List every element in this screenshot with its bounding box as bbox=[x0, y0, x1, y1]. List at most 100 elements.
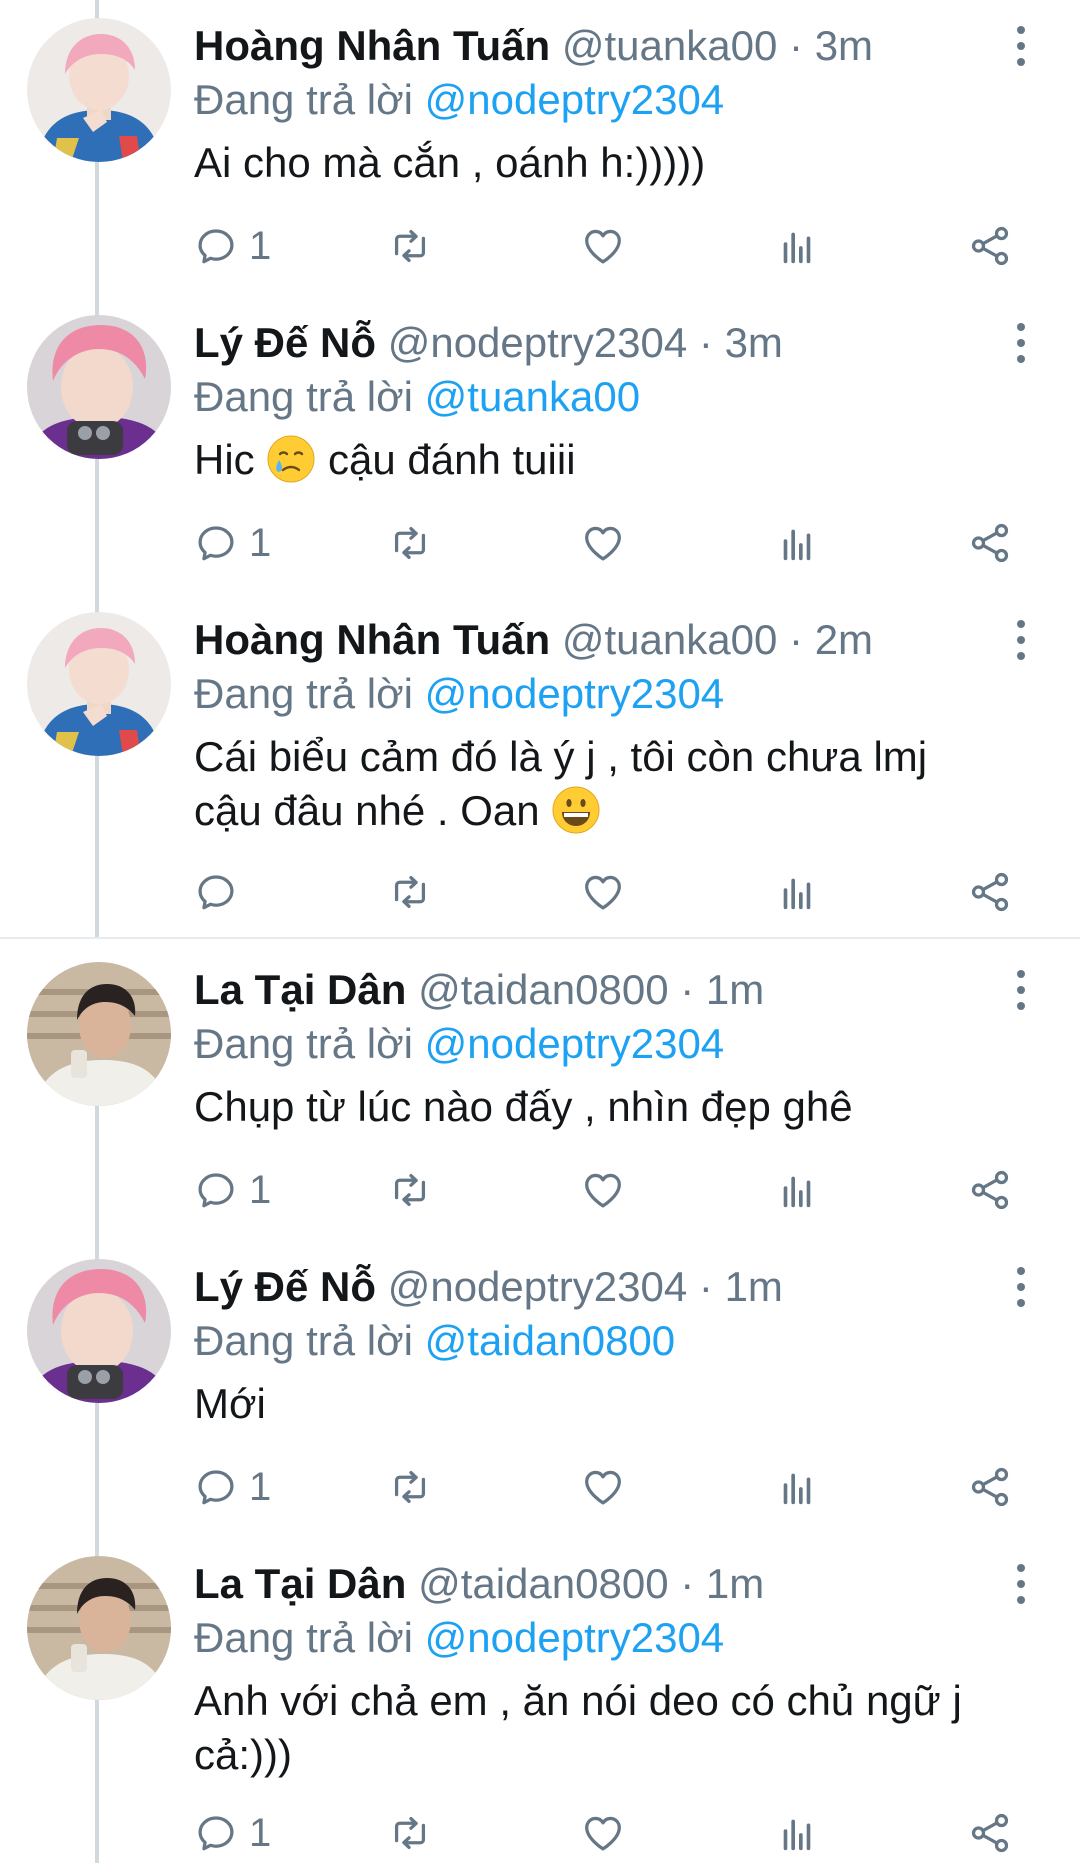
reply-button[interactable]: 1 bbox=[193, 216, 271, 276]
replying-label: Đang trả lời bbox=[194, 1020, 413, 1067]
display-name[interactable]: Lý Đế Nỗ bbox=[194, 1263, 376, 1310]
retweet-button[interactable] bbox=[387, 216, 433, 276]
reply-button[interactable]: 1 bbox=[193, 513, 271, 573]
like-button[interactable] bbox=[580, 216, 626, 276]
reply-mention-link[interactable]: @nodeptry2304 bbox=[425, 670, 725, 717]
display-name[interactable]: La Tại Dân bbox=[194, 1560, 406, 1607]
reply-mention-link[interactable]: @taidan0800 bbox=[425, 1317, 676, 1364]
timestamp[interactable]: 2m bbox=[815, 616, 873, 663]
reply-button[interactable]: 1 bbox=[193, 1457, 271, 1517]
user-handle[interactable]: @taidan0800 bbox=[418, 966, 669, 1013]
reply-button[interactable]: 1 bbox=[193, 1803, 271, 1863]
display-name[interactable]: Hoàng Nhân Tuấn bbox=[194, 616, 550, 663]
timestamp[interactable]: 1m bbox=[706, 966, 764, 1013]
analytics-button[interactable] bbox=[774, 1457, 820, 1517]
retweet-button[interactable] bbox=[387, 862, 433, 922]
bar-chart-icon bbox=[774, 223, 820, 269]
separator-dot: · bbox=[789, 616, 804, 663]
more-options-icon[interactable] bbox=[1006, 1562, 1036, 1606]
timestamp[interactable]: 3m bbox=[725, 319, 783, 366]
display-name[interactable]: Lý Đế Nỗ bbox=[194, 319, 376, 366]
bar-chart-icon bbox=[774, 1167, 820, 1213]
like-button[interactable] bbox=[580, 513, 626, 573]
user-handle[interactable]: @tuanka00 bbox=[562, 616, 777, 663]
retweet-button[interactable] bbox=[387, 1803, 433, 1863]
retweet-icon bbox=[387, 869, 433, 915]
tweet-header: Lý Đế Nỗ @nodeptry2304 · 3m bbox=[194, 315, 783, 371]
tweet-actions: 1 bbox=[0, 513, 1080, 573]
retweet-icon bbox=[387, 1810, 433, 1856]
user-handle[interactable]: @nodeptry2304 bbox=[388, 319, 688, 366]
analytics-button[interactable] bbox=[774, 216, 820, 276]
retweet-button[interactable] bbox=[387, 1160, 433, 1220]
share-button[interactable] bbox=[967, 1803, 1013, 1863]
analytics-button[interactable] bbox=[774, 1803, 820, 1863]
more-options-icon[interactable] bbox=[1006, 1265, 1036, 1309]
avatar[interactable] bbox=[27, 18, 171, 162]
reply-thread: Hoàng Nhân Tuấn @tuanka00 · 3m Đang trả … bbox=[0, 0, 1080, 1863]
tweet[interactable]: Lý Đế Nỗ @nodeptry2304 · 3m Đang trả lời… bbox=[0, 315, 1080, 575]
bar-chart-icon bbox=[774, 869, 820, 915]
bar-chart-icon bbox=[774, 520, 820, 566]
tweet[interactable]: Hoàng Nhân Tuấn @tuanka00 · 2m Đang trả … bbox=[0, 612, 1080, 922]
more-options-icon[interactable] bbox=[1006, 321, 1036, 365]
like-button[interactable] bbox=[580, 1457, 626, 1517]
analytics-button[interactable] bbox=[774, 1160, 820, 1220]
reply-mention-link[interactable]: @nodeptry2304 bbox=[425, 76, 725, 123]
reply-button[interactable]: 1 bbox=[193, 1160, 271, 1220]
tweet-actions: 1 bbox=[0, 1803, 1080, 1863]
tweet[interactable]: Lý Đế Nỗ @nodeptry2304 · 1m Đang trả lời… bbox=[0, 1259, 1080, 1519]
share-button[interactable] bbox=[967, 513, 1013, 573]
user-handle[interactable]: @nodeptry2304 bbox=[388, 1263, 688, 1310]
reply-button[interactable] bbox=[193, 862, 249, 922]
timestamp[interactable]: 1m bbox=[706, 1560, 764, 1607]
share-button[interactable] bbox=[967, 1457, 1013, 1517]
tweet[interactable]: Hoàng Nhân Tuấn @tuanka00 · 3m Đang trả … bbox=[0, 18, 1080, 278]
share-button[interactable] bbox=[967, 1160, 1013, 1220]
avatar[interactable] bbox=[27, 1259, 171, 1403]
pink-hair-person-avatar-image bbox=[27, 612, 171, 756]
tweet-header: Hoàng Nhân Tuấn @tuanka00 · 2m bbox=[194, 612, 873, 668]
avatar[interactable] bbox=[27, 612, 171, 756]
timestamp[interactable]: 1m bbox=[725, 1263, 783, 1310]
user-handle[interactable]: @tuanka00 bbox=[562, 22, 777, 69]
replying-to: Đang trả lời @taidan0800 bbox=[194, 1313, 675, 1369]
dark-hair-person-avatar-image bbox=[27, 1556, 171, 1700]
tweet-text: Ai cho mà cắn , oánh h:))))) bbox=[194, 136, 1034, 190]
thread-divider bbox=[0, 937, 1080, 939]
user-handle[interactable]: @taidan0800 bbox=[418, 1560, 669, 1607]
tweet[interactable]: La Tại Dân @taidan0800 · 1m Đang trả lời… bbox=[0, 962, 1080, 1222]
reply-mention-link[interactable]: @nodeptry2304 bbox=[425, 1614, 725, 1661]
crying-face-emoji-icon bbox=[266, 434, 316, 484]
analytics-button[interactable] bbox=[774, 862, 820, 922]
reply-mention-link[interactable]: @tuanka00 bbox=[425, 373, 640, 420]
pink-hair-selfie-avatar-image bbox=[27, 315, 171, 459]
display-name[interactable]: La Tại Dân bbox=[194, 966, 406, 1013]
tweet[interactable]: La Tại Dân @taidan0800 · 1m Đang trả lời… bbox=[0, 1556, 1080, 1863]
reply-icon bbox=[193, 1167, 239, 1213]
tweet-text-line: Anh với chả em , ăn nói deo có chủ ngữ j bbox=[194, 1677, 962, 1724]
tweet-header: La Tại Dân @taidan0800 · 1m bbox=[194, 962, 764, 1018]
share-button[interactable] bbox=[967, 862, 1013, 922]
share-button[interactable] bbox=[967, 216, 1013, 276]
avatar[interactable] bbox=[27, 962, 171, 1106]
timestamp[interactable]: 3m bbox=[815, 22, 873, 69]
display-name[interactable]: Hoàng Nhân Tuấn bbox=[194, 22, 550, 69]
separator-dot: · bbox=[680, 966, 695, 1013]
tweet-text-line: Chụp từ lúc nào đấy , nhìn đẹp ghê bbox=[194, 1083, 853, 1130]
more-options-icon[interactable] bbox=[1006, 24, 1036, 68]
like-button[interactable] bbox=[580, 1160, 626, 1220]
avatar[interactable] bbox=[27, 1556, 171, 1700]
tweet-text-line-wrap: cậu đâu nhé . Oan bbox=[194, 784, 1034, 838]
separator-dot: · bbox=[698, 1263, 713, 1310]
like-button[interactable] bbox=[580, 862, 626, 922]
avatar[interactable] bbox=[27, 315, 171, 459]
retweet-button[interactable] bbox=[387, 513, 433, 573]
reply-mention-link[interactable]: @nodeptry2304 bbox=[425, 1020, 725, 1067]
retweet-button[interactable] bbox=[387, 1457, 433, 1517]
more-options-icon[interactable] bbox=[1006, 618, 1036, 662]
like-button[interactable] bbox=[580, 1803, 626, 1863]
dark-hair-person-avatar-image bbox=[27, 962, 171, 1106]
more-options-icon[interactable] bbox=[1006, 968, 1036, 1012]
analytics-button[interactable] bbox=[774, 513, 820, 573]
